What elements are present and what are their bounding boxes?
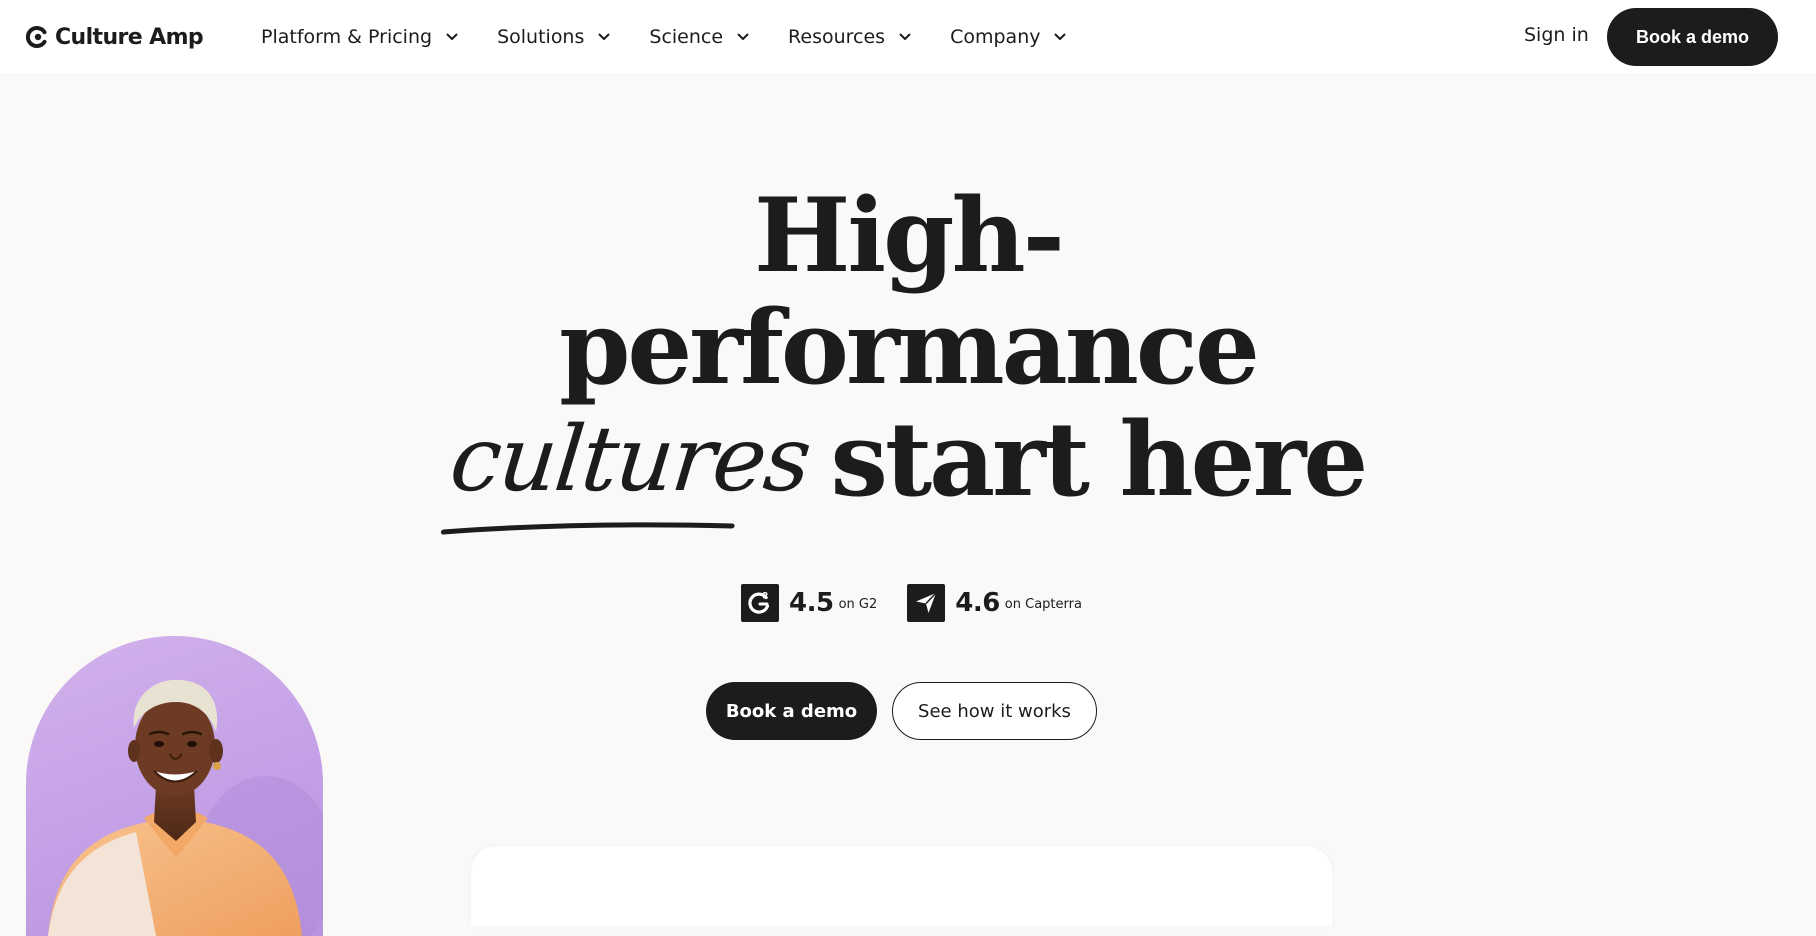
g2-logo-icon bbox=[741, 583, 779, 622]
ratings-row: 4.5 on G2 4.6 on Capterra bbox=[741, 583, 1112, 622]
nav-item-label: Company bbox=[950, 26, 1041, 48]
capterra-logo-icon bbox=[907, 583, 946, 622]
nav-item-label: Science bbox=[649, 26, 724, 48]
nav-item-label: Resources bbox=[788, 26, 886, 48]
chevron-down-icon bbox=[737, 33, 749, 40]
script-word-text: cultures bbox=[445, 407, 815, 512]
hand-drawn-underline bbox=[440, 522, 735, 535]
headline-line-1: High- bbox=[754, 176, 1065, 296]
rating-source: on Capterra bbox=[1004, 597, 1082, 612]
sign-in-link[interactable]: Sign in bbox=[1524, 24, 1589, 46]
nav-item-resources[interactable]: Resources bbox=[788, 26, 912, 48]
nav-item-solutions[interactable]: Solutions bbox=[497, 26, 611, 48]
headline-script-word: cultures bbox=[440, 404, 815, 535]
book-demo-button[interactable]: Book a demo bbox=[706, 682, 877, 740]
content-card-top bbox=[471, 846, 1332, 926]
chevron-down-icon bbox=[446, 33, 458, 40]
rating-capterra[interactable]: 4.6 on Capterra bbox=[907, 583, 1082, 622]
headline-line-2: performance bbox=[559, 288, 1260, 408]
rating-score: 4.5 bbox=[789, 587, 834, 618]
headline-line-3-text: start here bbox=[830, 400, 1369, 520]
brand-name: Culture Amp bbox=[55, 24, 204, 50]
main-nav: Platform & Pricing Solutions Science Res… bbox=[261, 22, 1105, 52]
nav-item-label: Platform & Pricing bbox=[261, 26, 433, 48]
nav-item-company[interactable]: Company bbox=[950, 26, 1067, 48]
site-header: Culture Amp Platform & Pricing Solutions… bbox=[0, 0, 1816, 74]
portrait-image bbox=[26, 636, 323, 936]
rating-g2[interactable]: 4.5 on G2 bbox=[741, 583, 878, 622]
book-demo-header-button[interactable]: Book a demo bbox=[1607, 8, 1778, 66]
nav-item-platform-pricing[interactable]: Platform & Pricing bbox=[261, 26, 459, 48]
hero-headline: High- performance cultures start here bbox=[408, 176, 1408, 535]
see-how-it-works-button[interactable]: See how it works bbox=[892, 682, 1097, 740]
nav-item-science[interactable]: Science bbox=[649, 26, 750, 48]
chevron-down-icon bbox=[598, 33, 610, 40]
rating-score: 4.6 bbox=[955, 587, 1000, 618]
headline-line-3: cultures start here bbox=[408, 400, 1408, 535]
culture-amp-logo[interactable]: Culture Amp bbox=[25, 21, 204, 53]
chevron-down-icon bbox=[899, 33, 911, 40]
person-illustration bbox=[48, 679, 323, 936]
rating-source: on G2 bbox=[838, 597, 878, 612]
nav-item-label: Solutions bbox=[497, 26, 585, 48]
chevron-down-icon bbox=[1054, 33, 1066, 40]
culture-amp-logo-icon bbox=[25, 26, 47, 48]
